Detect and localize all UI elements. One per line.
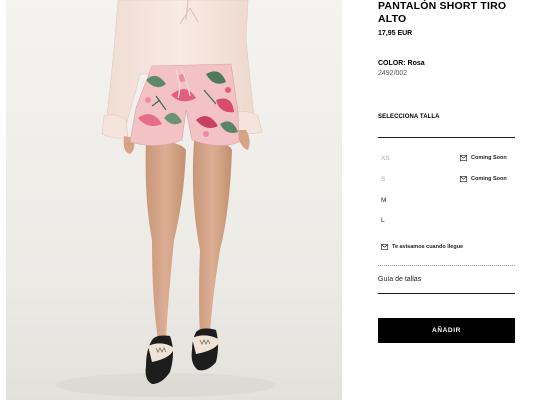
size-label: XS [381, 155, 390, 162]
coming-soon-label: Coming Soon [471, 155, 507, 161]
size-option-xs[interactable]: XS Coming Soon [378, 155, 515, 169]
coming-soon-notice[interactable]: Coming Soon [460, 176, 507, 182]
size-label: M [381, 197, 387, 204]
dotted-divider [378, 265, 515, 266]
size-label: L [381, 217, 385, 224]
product-photo-illustration [56, 0, 276, 397]
size-option-s[interactable]: S Coming Soon [378, 176, 515, 190]
product-photo [6, 0, 342, 400]
product-info-panel: PANTALÓN SHORT TIRO ALTO 17,95 EUR COLOR… [378, 0, 515, 400]
size-label: S [381, 176, 386, 183]
coming-soon-notice[interactable]: Coming Soon [460, 155, 507, 161]
product-title: PANTALÓN SHORT TIRO ALTO [378, 0, 507, 25]
size-option-m[interactable]: M [378, 197, 515, 211]
product-price: 17,95 EUR [378, 30, 413, 37]
divider [378, 137, 515, 138]
product-color: COLOR: Rosa [378, 60, 425, 67]
size-selector-heading: SELECCIONA TALLA [378, 114, 440, 120]
mail-icon [460, 155, 467, 161]
size-option-l[interactable]: L [378, 217, 515, 231]
mail-icon [381, 244, 388, 250]
size-guide-link[interactable]: Guía de tallas [378, 276, 421, 283]
divider [378, 293, 515, 294]
add-to-cart-button[interactable]: AÑADIR [378, 318, 515, 343]
product-reference: 2492/002 [378, 70, 408, 77]
notify-when-available-link[interactable]: Te avisamos cuando llegue [381, 244, 463, 250]
notify-label: Te avisamos cuando llegue [392, 244, 464, 250]
mail-icon [460, 176, 467, 182]
coming-soon-label: Coming Soon [471, 176, 507, 182]
